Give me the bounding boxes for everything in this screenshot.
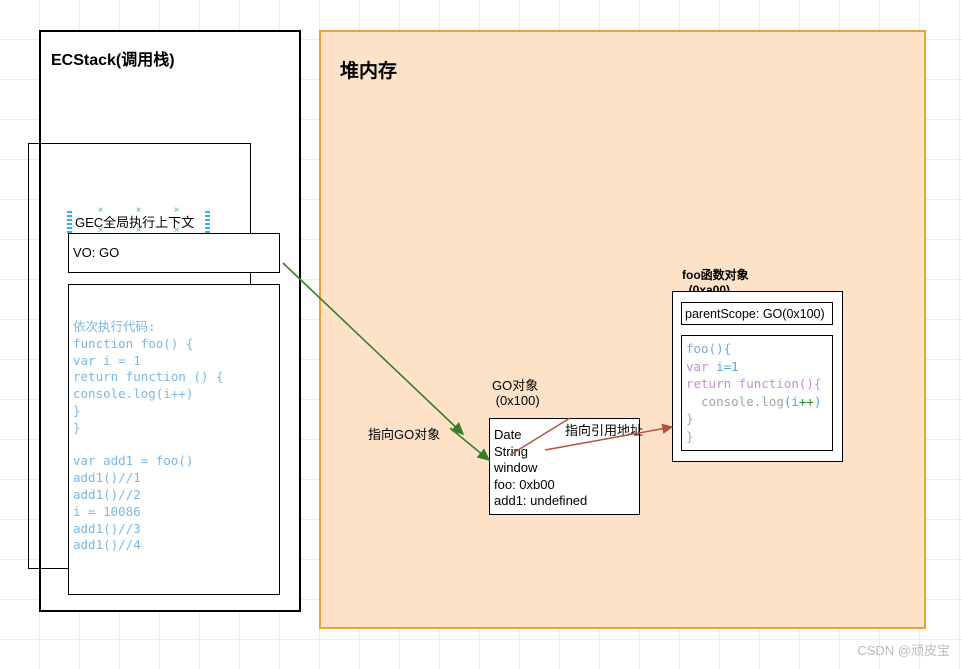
arrow-label-point-to-go-object: 指向GO对象 [368, 427, 441, 442]
parent-scope-box: parentScope: GO(0x100) [681, 302, 833, 325]
selection-handle-bar-left[interactable] [67, 211, 72, 233]
execution-code-box: 依次执行代码: function foo() { var i = 1 retur… [68, 284, 280, 595]
diagram-canvas: ECStack(调用栈) GEC全局执行上下文 VO: GO 依次执行代码: f… [0, 0, 962, 669]
watermark: CSDN @顽皮宝 [857, 643, 950, 658]
parent-scope-text: parentScope: GO(0x100) [685, 307, 825, 321]
go-object-entries: Date String window foo: 0xb00 add1: unde… [494, 427, 588, 508]
foo-code-text: foo(){ var i=1 return function(){ consol… [686, 341, 822, 444]
ecstack-title: ECStack(调用栈) [51, 52, 175, 69]
arrow-label-point-to-reference-address: 指向引用地址 [565, 423, 644, 438]
execution-code-text: 依次执行代码: function foo() { var i = 1 retur… [73, 319, 224, 553]
gec-label-text: GEC全局执行上下文 [75, 215, 195, 230]
foo-code-box: foo(){ var i=1 return function(){ consol… [681, 335, 833, 451]
selection-handle-bar-right[interactable] [205, 211, 210, 233]
gec-label-selection[interactable]: GEC全局执行上下文 [67, 211, 210, 233]
vo-go-box: VO: GO [68, 233, 280, 273]
heap-memory-title: 堆内存 [340, 61, 398, 82]
go-object-label: GO对象 (0x100) [492, 378, 540, 408]
vo-go-text: VO: GO [73, 245, 120, 260]
